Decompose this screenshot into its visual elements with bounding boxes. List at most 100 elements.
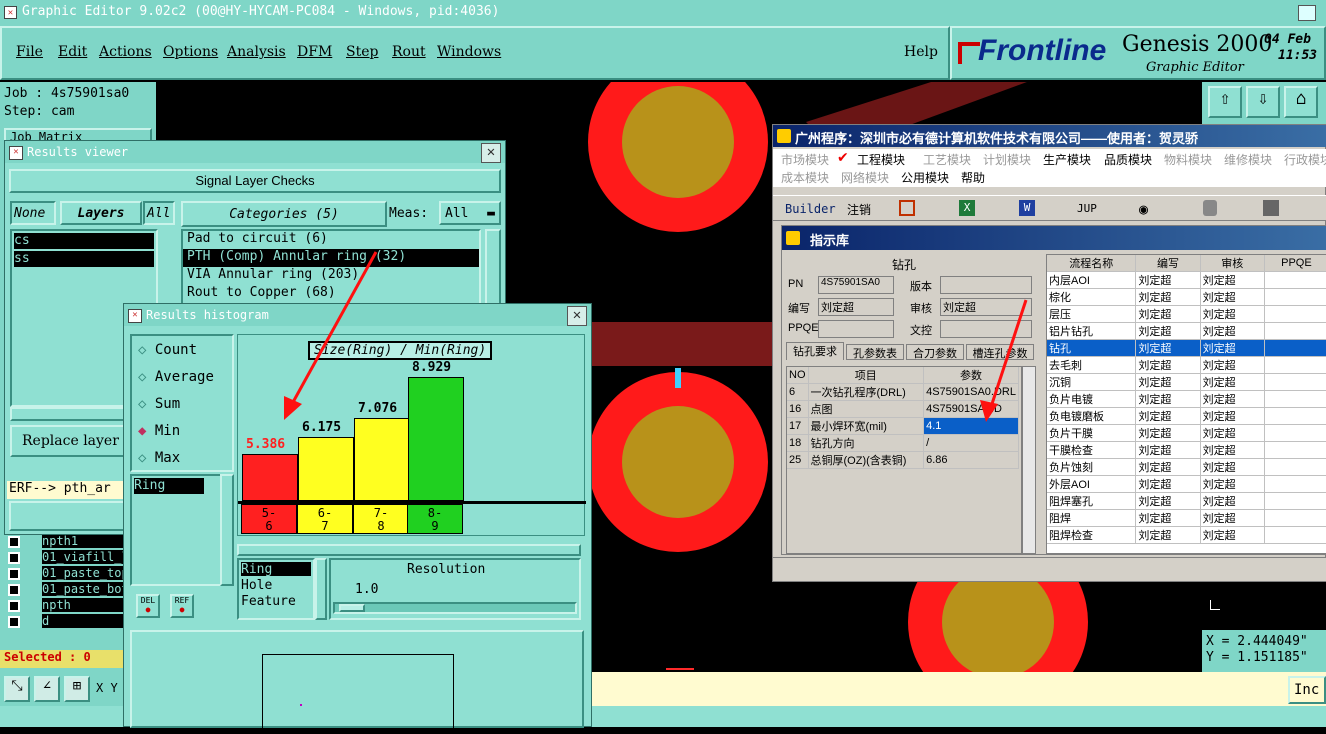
menu-help[interactable]: Help (904, 44, 938, 60)
table-row-selected[interactable]: 钻孔 刘定超 刘定超 (1047, 339, 1326, 357)
menu-maintenance[interactable]: 维修模块 (1224, 151, 1272, 168)
list-item[interactable]: VIA Annular ring (203) (183, 267, 479, 285)
menu-public[interactable]: 公用模块 (901, 169, 949, 186)
table-row[interactable]: 负片干膜 刘定超 刘定超 (1047, 424, 1326, 442)
option-count[interactable]: ◇ Count (138, 342, 197, 358)
menu-plan[interactable]: 计划模块 (983, 151, 1031, 168)
list-item[interactable]: Rout to Copper (68) (183, 285, 479, 303)
table-row[interactable]: 16 点图 4S75901SA0.D (787, 400, 1019, 418)
database-icon[interactable] (1203, 200, 1217, 216)
tab-drill-req[interactable]: 钻孔要求 (786, 342, 844, 360)
layers-button[interactable]: Layers (60, 201, 142, 225)
chart-hscrollbar[interactable] (237, 544, 581, 556)
list-item[interactable]: ss (14, 251, 154, 267)
list-item-selected[interactable]: Ring (134, 478, 204, 494)
menu-admin[interactable]: 行政模块 (1284, 151, 1326, 168)
list-item[interactable]: cs (14, 233, 154, 249)
menu-material[interactable]: 物料模块 (1164, 151, 1212, 168)
slider-handle[interactable] (339, 604, 365, 612)
tab-tool-params[interactable]: 合刀参数 (906, 344, 964, 360)
calendar-icon[interactable] (899, 200, 915, 216)
option-min[interactable]: ◆ Min (138, 423, 180, 439)
layer-row[interactable]: npth1 (4, 534, 128, 550)
histogram-bar[interactable] (408, 377, 464, 501)
measure-list-scrollbar[interactable] (220, 474, 234, 586)
menu-production[interactable]: 生产模块 (1043, 151, 1091, 168)
results-viewer-titlebar[interactable]: ✕ Results viewer ✕ (5, 141, 505, 163)
open-icon[interactable]: ⇧ (1208, 86, 1242, 118)
table-row[interactable]: 沉铜 刘定超 刘定超 (1047, 373, 1326, 391)
close-icon[interactable]: ✕ (567, 306, 587, 326)
layer-row[interactable]: 01_paste_top (4, 566, 129, 582)
word-icon[interactable]: W (1019, 200, 1035, 216)
review-field[interactable]: 刘定超 (940, 298, 1032, 316)
menu-quality[interactable]: 品质模块 (1104, 151, 1152, 168)
option-sum[interactable]: ◇ Sum (138, 396, 180, 412)
table-row[interactable]: 25 总铜厚(OZ)(含表铜) 6.86 (787, 451, 1019, 469)
histogram-bar[interactable] (242, 454, 298, 501)
param-scrollbar[interactable] (1022, 366, 1036, 554)
table-row[interactable]: 负片蚀刻 刘定超 刘定超 (1047, 458, 1326, 476)
option-average[interactable]: ◇ Average (138, 369, 214, 385)
layer-row[interactable]: 01_viafill_l (4, 550, 129, 566)
menu-step[interactable]: Step (346, 44, 378, 60)
menu-analysis[interactable]: Analysis (227, 44, 286, 60)
table-row[interactable]: 棕化 刘定超 刘定超 (1047, 288, 1326, 306)
histogram-bar[interactable] (298, 437, 354, 501)
pn-field[interactable]: 4S75901SA0 (818, 276, 894, 294)
feature-list-scrollbar[interactable] (315, 558, 327, 620)
table-row[interactable]: 干膜检查 刘定超 刘定超 (1047, 441, 1326, 459)
save-icon[interactable]: ⇩ (1246, 86, 1280, 118)
option-max[interactable]: ◇ Max (138, 450, 180, 466)
ref-button[interactable]: REF ● (170, 594, 194, 618)
menu-options[interactable]: Options (163, 44, 218, 60)
table-row[interactable]: 铝片钻孔 刘定超 刘定超 (1047, 322, 1326, 340)
menu-network[interactable]: 网络模块 (841, 169, 889, 186)
menu-process[interactable]: 工艺模块 (923, 151, 971, 168)
menu-actions[interactable]: Actions (99, 44, 152, 60)
list-item[interactable]: Pad to circuit (6) (183, 231, 479, 249)
histogram-bar[interactable] (354, 417, 410, 501)
none-button[interactable]: None (10, 201, 56, 225)
menu-rout[interactable]: Rout (392, 44, 426, 60)
grid-icon[interactable]: ⊞ (64, 676, 90, 702)
categories-button[interactable]: Categories (5) (181, 201, 387, 227)
table-row[interactable]: 17 最小焊环宽(mil) 4.1 (787, 417, 1019, 435)
cn-titlebar[interactable]: 广州程序：深圳市必有德计算机软件技术有限公司——使用者：贺灵骄 (773, 125, 1326, 147)
menu-help-cn[interactable]: 帮助 (961, 169, 985, 186)
measure-icon[interactable]: ∠ (34, 676, 60, 702)
zoom-fit-icon[interactable]: ⤡ (4, 676, 30, 702)
eye-icon[interactable]: ◉ (1139, 200, 1148, 218)
table-row[interactable]: 去毛刺 刘定超 刘定超 (1047, 356, 1326, 374)
tab-slot-params[interactable]: 槽连孔参数 (966, 344, 1034, 360)
table-row[interactable]: 负片电镀 刘定超 刘定超 (1047, 390, 1326, 408)
menu-windows[interactable]: Windows (437, 44, 501, 60)
table-row[interactable]: 层压 刘定超 刘定超 (1047, 305, 1326, 323)
category-scrollbar[interactable] (485, 229, 501, 305)
resolution-slider[interactable] (333, 602, 577, 614)
inc-button[interactable]: Inc (1288, 676, 1326, 704)
histogram-titlebar[interactable]: ✕ Results histogram ✕ (124, 304, 591, 326)
excel-icon[interactable]: X (959, 200, 975, 216)
list-item-selected[interactable]: Ring (241, 562, 311, 577)
table-row[interactable]: 负电镀磨板 刘定超 刘定超 (1047, 407, 1326, 425)
network-icon[interactable] (1263, 200, 1279, 216)
menu-edit[interactable]: Edit (58, 44, 87, 60)
list-item-selected[interactable]: PTH (Comp) Annular ring (32) (183, 249, 479, 267)
menu-cost[interactable]: 成本模块 (781, 169, 829, 186)
table-row[interactable]: 阻焊 刘定超 刘定超 (1047, 509, 1326, 527)
minimize-button[interactable] (1298, 5, 1316, 21)
layer-row[interactable]: npth (4, 598, 128, 614)
erf-button[interactable] (9, 501, 127, 531)
all-button[interactable]: All (143, 201, 175, 225)
layer-row[interactable]: 01_paste_bot (4, 582, 129, 598)
menu-market[interactable]: 市场模块 (781, 151, 829, 168)
table-row[interactable]: 阻焊塞孔 刘定超 刘定超 (1047, 492, 1326, 510)
table-row[interactable]: 18 钻孔方向 / (787, 434, 1019, 452)
doc-field[interactable] (940, 320, 1032, 338)
menu-engineering[interactable]: 工程模块 (857, 151, 905, 168)
menu-dfm[interactable]: DFM (297, 44, 332, 60)
list-item[interactable]: Feature (241, 594, 311, 609)
author-field[interactable]: 刘定超 (818, 298, 894, 316)
table-row[interactable]: 阻焊检查 刘定超 刘定超 (1047, 526, 1326, 544)
